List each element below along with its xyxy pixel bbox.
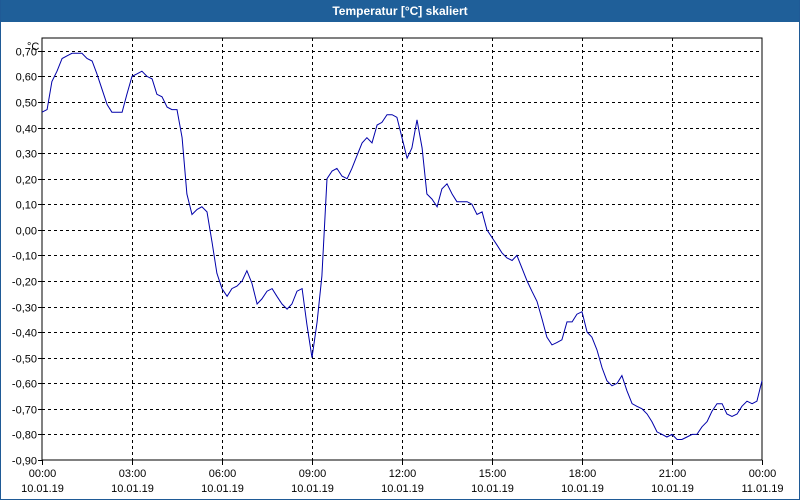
y-tick-label: -0,60	[12, 379, 37, 391]
x-tick-date-label: 10.01.19	[561, 483, 604, 495]
y-tick-label: 0,60	[16, 72, 37, 84]
x-tick-date-label: 10.01.19	[381, 483, 424, 495]
window-title: Temperatur [°C] skaliert	[1, 0, 799, 22]
y-tick-label: 0,20	[16, 175, 37, 187]
y-tick-label: 0,40	[16, 124, 37, 136]
y-tick-label: -0,20	[12, 277, 37, 289]
x-tick-time-label: 06:00	[209, 468, 237, 480]
x-tick-time-label: 00:00	[749, 468, 777, 480]
x-tick-time-label: 00:00	[29, 468, 57, 480]
x-tick-date-label: 11.01.19	[741, 483, 783, 495]
y-tick-label: -0,50	[12, 354, 37, 366]
x-tick-time-label: 18:00	[569, 468, 597, 480]
y-tick-label: -0,90	[12, 456, 37, 468]
x-tick-date-label: 10.01.19	[471, 483, 514, 495]
temperature-chart: °C0,700,600,500,400,300,200,100,00-0,10-…	[12, 37, 784, 495]
y-tick-label: 0,30	[16, 149, 37, 161]
x-tick-date-label: 10.01.19	[111, 483, 154, 495]
x-tick-time-label: 09:00	[299, 468, 327, 480]
x-tick-time-label: 15:00	[479, 468, 507, 480]
y-tick-label: -0,10	[12, 251, 37, 263]
x-tick-date-label: 10.01.19	[201, 483, 244, 495]
y-tick-label: -0,30	[12, 303, 37, 315]
y-tick-label: 0,10	[16, 200, 37, 212]
x-tick-date-label: 10.01.19	[291, 483, 334, 495]
x-tick-time-label: 03:00	[119, 468, 147, 480]
x-tick-time-label: 21:00	[659, 468, 687, 480]
y-tick-label: 0,50	[16, 98, 37, 110]
y-tick-label: 0,70	[16, 47, 37, 59]
y-tick-label: -0,70	[12, 405, 37, 417]
x-tick-date-label: 10.01.19	[21, 483, 64, 495]
x-tick-time-label: 12:00	[389, 468, 417, 480]
chart-window: Temperatur [°C] skaliert °C 0,70 0,60 0,50 0…	[0, 0, 800, 500]
x-tick-date-label: 10.01.19	[651, 483, 694, 495]
y-tick-label: -0,80	[12, 430, 37, 442]
y-tick-label: -0,40	[12, 328, 37, 340]
y-tick-label: 0,00	[16, 226, 37, 238]
